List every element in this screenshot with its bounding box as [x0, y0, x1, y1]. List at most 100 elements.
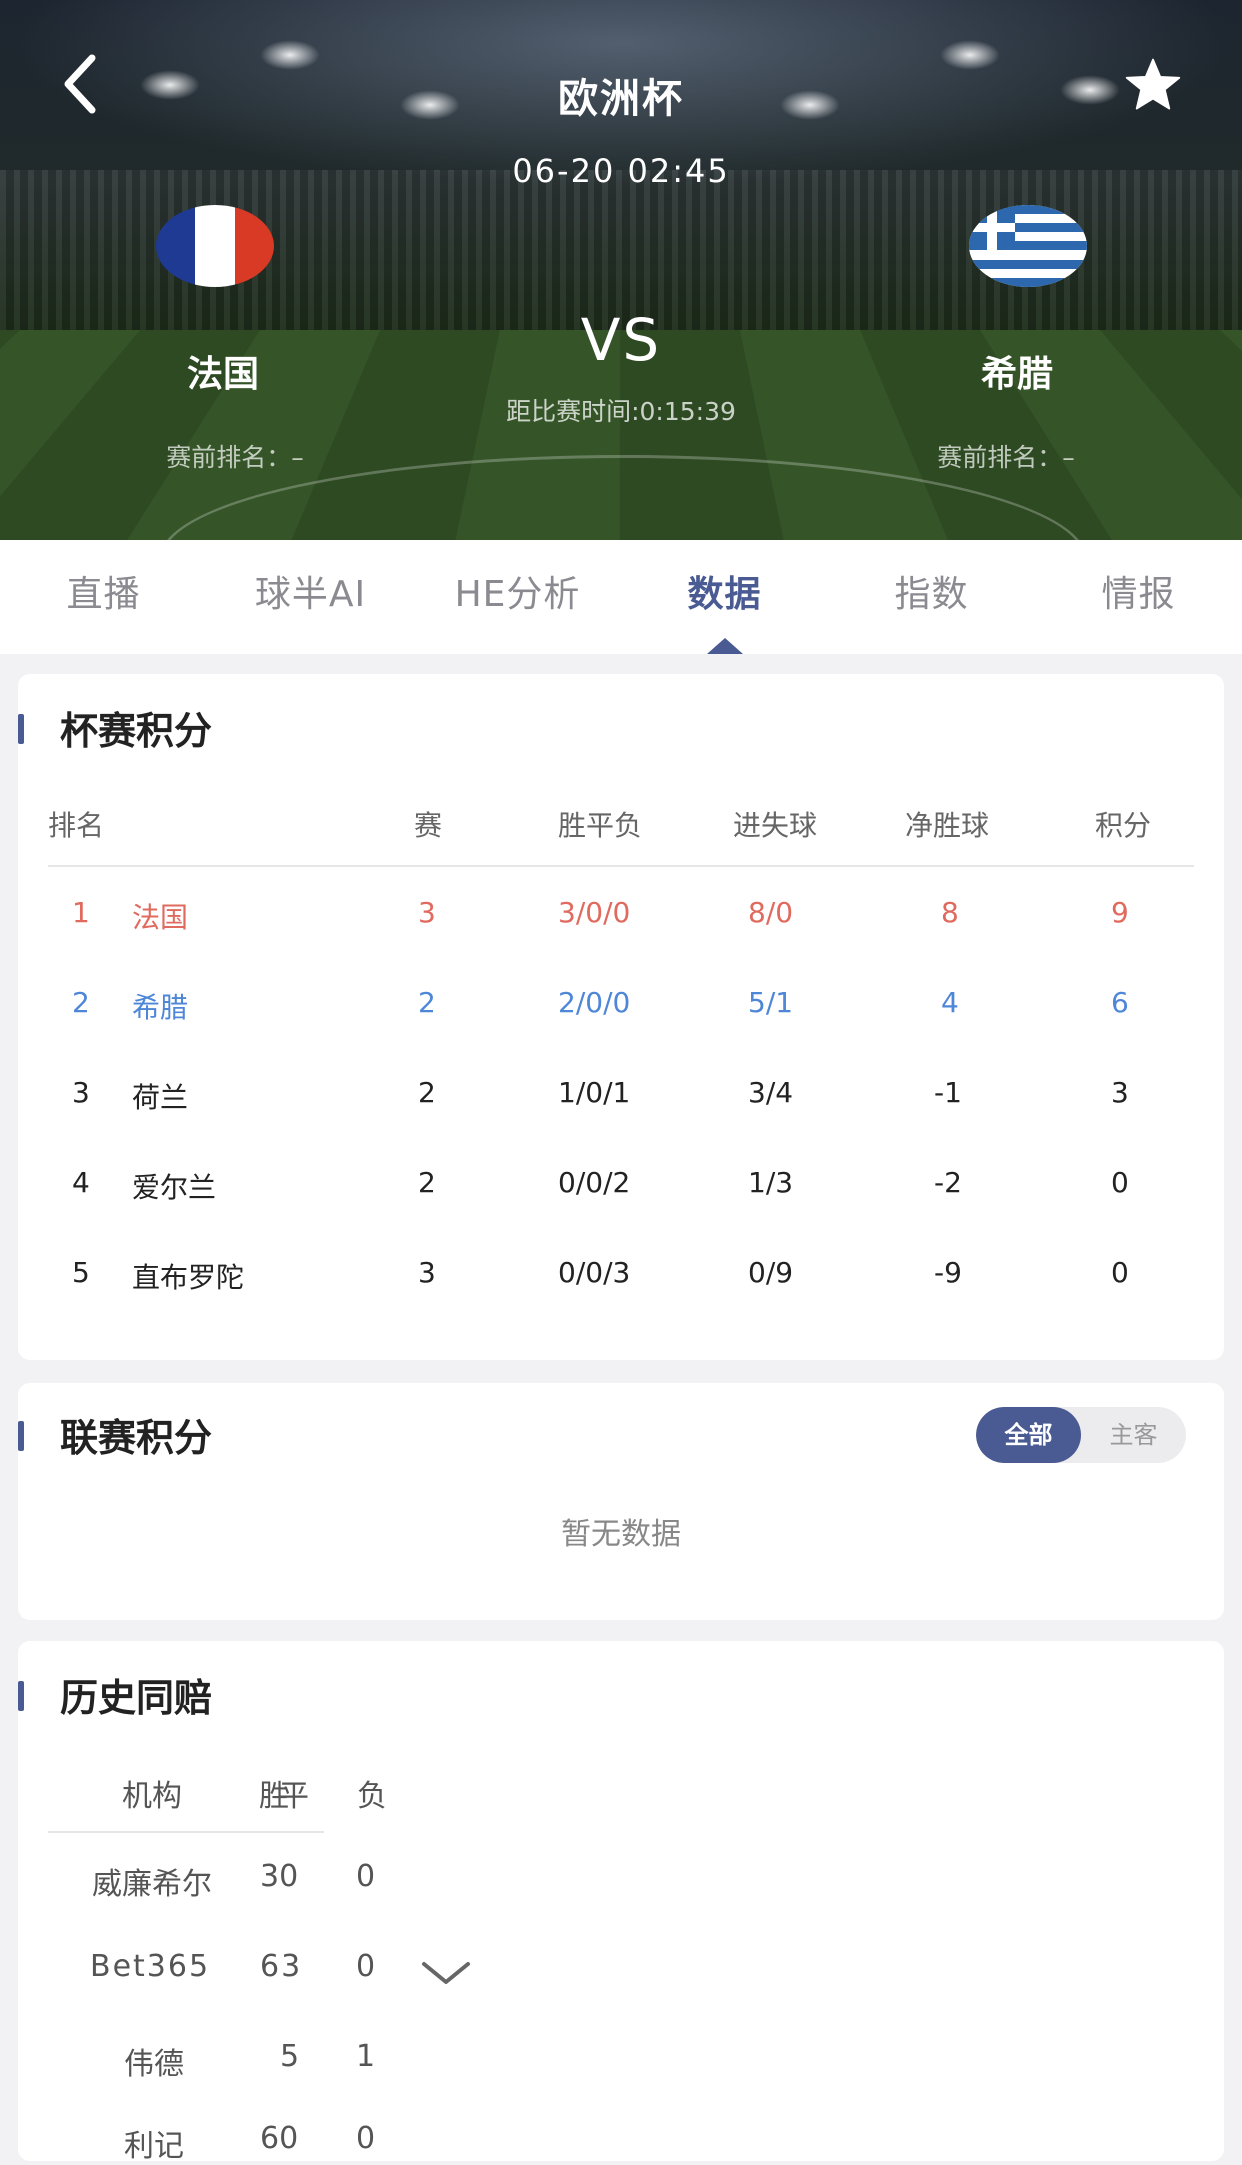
table-row[interactable]: 利记 60 0: [48, 2121, 548, 2164]
row-goals: 1/3: [748, 1166, 794, 1199]
league-standings-card: 联赛积分 全部 主客 暂无数据: [18, 1383, 1224, 1620]
row-points: 0: [1111, 1256, 1129, 1289]
row-lose: 0: [356, 1859, 376, 1894]
countdown-timer: 距比赛时间:0:15:39: [506, 397, 736, 426]
tab-he-analysis[interactable]: HE分析: [414, 540, 621, 654]
section-accent-bar: [18, 1421, 24, 1451]
row-rank: 5: [72, 1256, 90, 1289]
row-points: 0: [1111, 1166, 1129, 1199]
match-datetime: 06-20 02:45: [512, 152, 730, 190]
row-goals: 3/4: [748, 1076, 794, 1109]
row-goal-diff: 4: [941, 986, 959, 1019]
table-row[interactable]: 2 希腊 2 2/0/0 5/1 4 6: [48, 986, 1194, 1026]
row-rank: 3: [72, 1076, 90, 1109]
row-win: 60: [260, 2121, 299, 2156]
vs-label: VS: [580, 306, 662, 374]
odds-header: 机构 胜 平 负: [48, 1771, 448, 1814]
row-goal-diff: -9: [934, 1256, 962, 1289]
page-title: 欧洲杯: [558, 76, 684, 122]
row-wdl: 0/0/3: [558, 1256, 631, 1289]
france-flag-icon: [156, 205, 274, 287]
match-header: 欧洲杯 06-20 02:45 法国 希腊 VS 距比赛时间:0:15:39 赛…: [0, 0, 1242, 540]
table-row[interactable]: 1 法国 3 3/0/0 8/0 8 9: [48, 896, 1194, 936]
table-row[interactable]: 3 荷兰 2 1/0/1 3/4 -1 3: [48, 1076, 1194, 1116]
col-draw: 平: [279, 1779, 309, 1814]
row-team: 爱尔兰: [132, 1171, 217, 1204]
row-goals: 8/0: [748, 896, 794, 929]
table-row[interactable]: 伟德 5 1: [48, 2039, 548, 2082]
row-lose: 1: [356, 2039, 376, 2074]
col-points: 积分: [1095, 809, 1152, 842]
row-wdl: 3/0/0: [558, 896, 631, 929]
col-company: 机构: [122, 1779, 182, 1814]
row-goal-diff: -2: [934, 1166, 962, 1199]
empty-state: 暂无数据: [561, 1517, 681, 1552]
row-wdl: 0/0/2: [558, 1166, 631, 1199]
col-wdl: 胜平负: [558, 809, 643, 842]
col-goals: 进失球: [733, 809, 818, 842]
toggle-home-away[interactable]: 主客: [1081, 1407, 1186, 1463]
favorite-button[interactable]: [1124, 56, 1188, 120]
away-pre-match-rank: 赛前排名：–: [937, 443, 1075, 472]
tab-odds-index[interactable]: 指数: [828, 540, 1035, 654]
section-accent-bar: [18, 1681, 24, 1711]
col-lose: 负: [357, 1779, 387, 1814]
row-goal-diff: 8: [941, 896, 959, 929]
row-lose: 0: [356, 1949, 378, 1984]
row-win: 63: [260, 1949, 303, 1984]
row-wdl: 2/0/0: [558, 986, 631, 1019]
row-played: 2: [418, 1166, 436, 1199]
table-row[interactable]: 4 爱尔兰 2 0/0/2 1/3 -2 0: [48, 1166, 1194, 1206]
row-rank: 2: [72, 986, 90, 1019]
row-team: 希腊: [132, 991, 189, 1024]
col-goal-diff: 净胜球: [905, 809, 990, 842]
row-win: 5: [280, 2039, 300, 2074]
scope-toggle: 全部 主客: [976, 1407, 1186, 1463]
tab-ai[interactable]: 球半AI: [207, 540, 414, 654]
row-goal-diff: -1: [934, 1076, 962, 1109]
row-points: 9: [1111, 896, 1129, 929]
row-team: 法国: [132, 901, 189, 934]
divider: [48, 1831, 324, 1833]
row-played: 3: [418, 1256, 436, 1289]
section-title: 联赛积分: [60, 1416, 213, 1460]
toggle-all[interactable]: 全部: [976, 1407, 1081, 1463]
row-points: 6: [1111, 986, 1129, 1019]
row-goals: 0/9: [748, 1256, 794, 1289]
chevron-down-icon[interactable]: [418, 1956, 474, 1988]
tab-bar: 直播 球半AI HE分析 数据 指数 情报: [0, 540, 1242, 654]
tab-intel[interactable]: 情报: [1035, 540, 1242, 654]
cup-standings-card: 杯赛积分 排名 赛 胜平负 进失球 净胜球 积分 1 法国 3 3/0/0 8/…: [18, 674, 1224, 1360]
table-row[interactable]: 威廉希尔 30 0: [48, 1859, 548, 1902]
row-team: 荷兰: [132, 1081, 189, 1114]
table-row[interactable]: 5 直布罗陀 3 0/0/3 0/9 -9 0: [48, 1256, 1194, 1296]
col-rank: 排名: [48, 809, 105, 842]
row-wdl: 1/0/1: [558, 1076, 631, 1109]
row-company: 威廉希尔: [92, 1867, 212, 1902]
row-company: 利记: [124, 2129, 184, 2164]
home-pre-match-rank: 赛前排名：–: [166, 443, 304, 472]
section-title: 杯赛积分: [60, 709, 213, 753]
tab-live[interactable]: 直播: [0, 540, 207, 654]
row-played: 2: [418, 986, 436, 1019]
row-rank: 4: [72, 1166, 90, 1199]
section-title: 历史同赔: [60, 1676, 213, 1720]
divider: [48, 865, 1194, 867]
row-played: 2: [418, 1076, 436, 1109]
standings-header: 排名 赛 胜平负 进失球 净胜球 积分: [48, 804, 1194, 844]
row-goals: 5/1: [748, 986, 794, 1019]
row-team: 直布罗陀: [132, 1261, 245, 1294]
row-played: 3: [418, 896, 436, 929]
tab-data[interactable]: 数据: [621, 540, 828, 654]
row-rank: 1: [72, 896, 90, 929]
col-played: 赛: [414, 809, 443, 842]
greece-flag-icon: [969, 205, 1087, 287]
history-odds-card: 历史同赔 机构 胜 平 负 威廉希尔 30 0 Bet365 63 0 伟德 5…: [18, 1641, 1224, 2164]
star-icon: [1125, 58, 1181, 110]
row-company: Bet365: [90, 1949, 211, 1984]
row-points: 3: [1111, 1076, 1129, 1109]
row-company: 伟德: [124, 2047, 184, 2082]
row-win: 30: [260, 1859, 299, 1894]
row-lose: 0: [356, 2121, 376, 2156]
section-accent-bar: [18, 714, 24, 744]
